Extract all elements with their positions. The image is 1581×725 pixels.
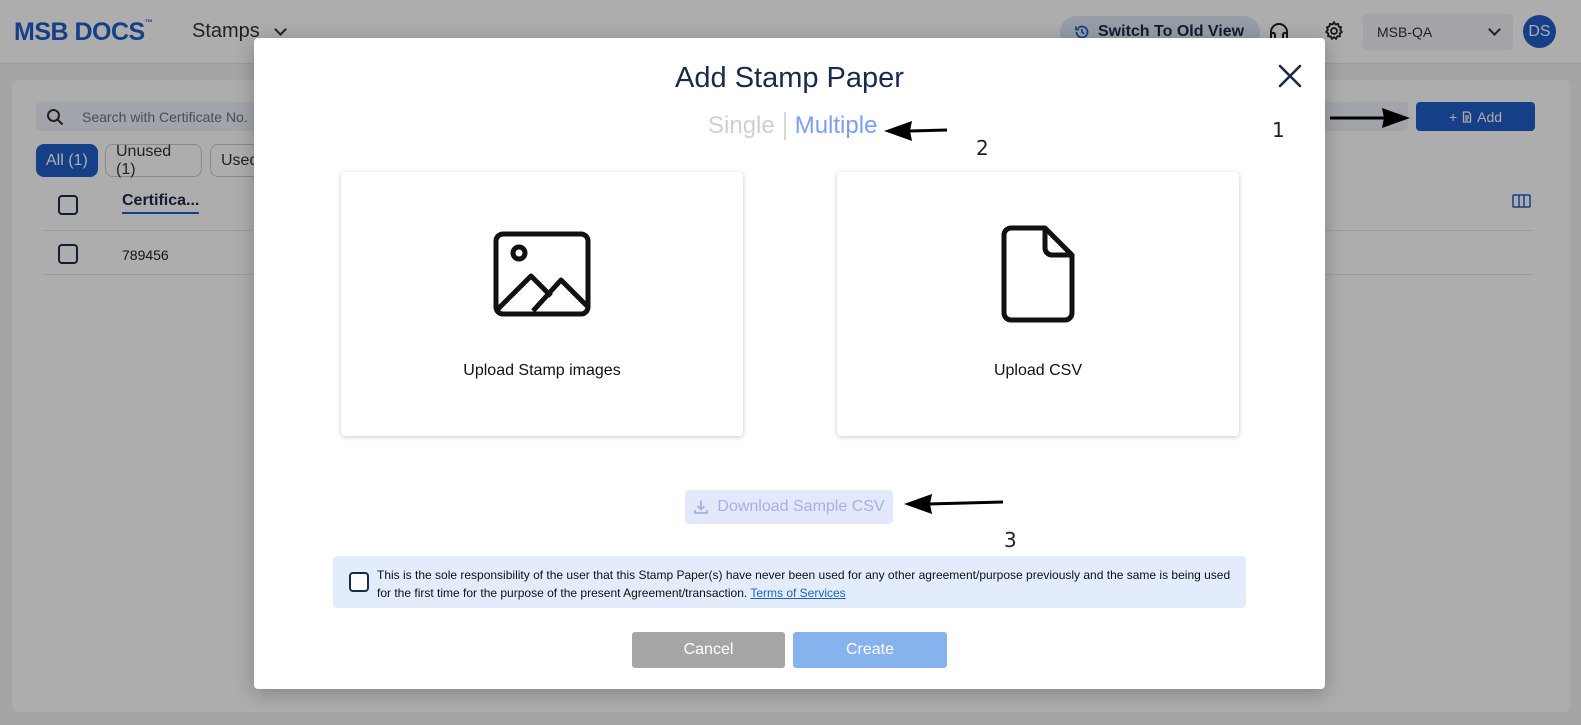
download-sample-csv-button[interactable]: Download Sample CSV	[685, 490, 893, 524]
close-icon[interactable]	[1276, 62, 1304, 90]
upload-csv-card[interactable]: Upload CSV	[837, 172, 1239, 436]
upload-stamp-images-label: Upload Stamp images	[463, 362, 621, 379]
responsibility-disclaimer: This is the sole responsibility of the u…	[333, 556, 1246, 608]
create-button[interactable]: Create	[793, 632, 947, 668]
cancel-button[interactable]: Cancel	[632, 632, 785, 668]
tab-multiple[interactable]: Multiple	[795, 112, 878, 140]
annotation-number-2: 2	[976, 136, 989, 160]
annotation-number-1: 1	[1272, 118, 1285, 142]
upload-stamp-images-card[interactable]: Upload Stamp images	[341, 172, 743, 436]
tab-single[interactable]: Single	[708, 112, 775, 140]
dialog-title: Add Stamp Paper	[675, 62, 904, 94]
image-icon	[493, 231, 591, 317]
file-icon	[1001, 225, 1075, 323]
download-sample-csv-label: Download Sample CSV	[717, 498, 885, 515]
disclaimer-text: This is the sole responsibility of the u…	[377, 568, 1231, 600]
annotation-number-3: 3	[1004, 528, 1017, 552]
add-stamp-paper-dialog: Add Stamp Paper Single Multiple Upload S…	[254, 38, 1325, 689]
upload-csv-label: Upload CSV	[993, 362, 1083, 379]
mode-toggle: Single Multiple	[708, 112, 877, 140]
disclaimer-checkbox[interactable]	[349, 572, 369, 592]
download-icon	[694, 500, 709, 514]
terms-of-services-link[interactable]: Terms of Services	[750, 586, 845, 600]
tab-divider	[783, 112, 786, 140]
